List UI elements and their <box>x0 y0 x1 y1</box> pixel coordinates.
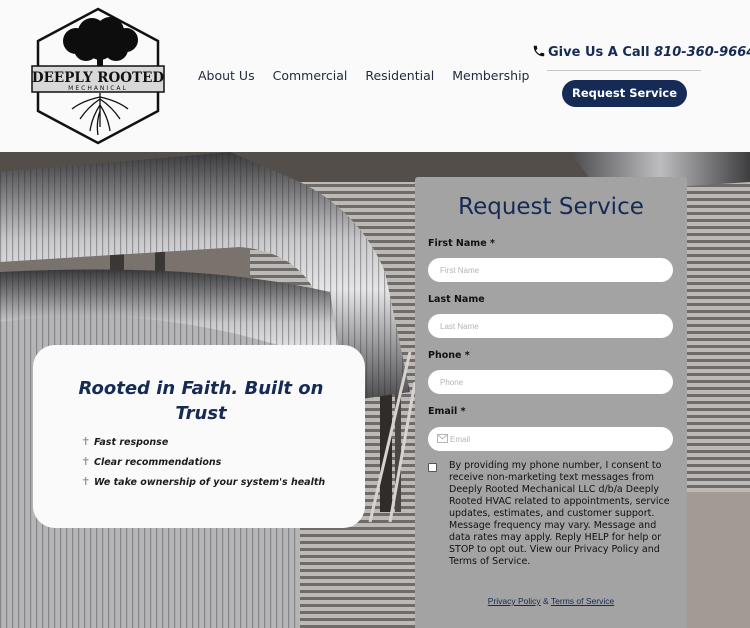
terms-of-service-link[interactable]: Terms of Service <box>551 596 614 606</box>
list-item: ✝ Fast response <box>81 435 325 455</box>
bullet-text: Clear recommendations <box>94 457 222 468</box>
last-name-label: Last Name <box>428 294 485 305</box>
svg-text:MECHANICAL: MECHANICAL <box>68 85 128 92</box>
nav-commercial[interactable]: Commercial <box>273 68 348 83</box>
call-line[interactable]: Give Us A Call 810-360-9664 <box>532 44 750 60</box>
cross-icon: ✝ <box>81 475 91 488</box>
form-title: Request Service <box>458 194 644 220</box>
phone-input[interactable] <box>428 370 673 394</box>
call-label: Give Us A Call <box>548 45 650 60</box>
divider <box>547 70 701 71</box>
consent-text: By providing my phone number, I consent … <box>449 460 670 567</box>
cross-icon: ✝ <box>81 455 91 468</box>
cross-icon: ✝ <box>81 435 91 448</box>
phone-label: Phone * <box>428 350 470 361</box>
trust-card: Rooted in Faith. Built on Trust ✝ Fast re… <box>33 345 365 528</box>
nav-about-us[interactable]: About Us <box>198 68 255 83</box>
bullet-text: Fast response <box>94 437 169 448</box>
company-logo[interactable]: DEEPLY ROOTED MECHANICAL <box>30 7 166 145</box>
site-header: DEEPLY ROOTED MECHANICAL About Us Commer… <box>0 0 750 152</box>
request-service-form: Request Service First Name * Last Name P… <box>415 177 687 628</box>
list-item: ✝ We take ownership of your system's heal… <box>81 475 325 495</box>
svg-text:DEEPLY ROOTED: DEEPLY ROOTED <box>32 70 164 86</box>
first-name-input[interactable] <box>428 258 673 282</box>
privacy-policy-link[interactable]: Privacy Policy <box>488 596 541 606</box>
main-nav: About Us Commercial Residential Membersh… <box>198 68 529 83</box>
last-name-input[interactable] <box>428 314 673 338</box>
amp-separator: & <box>540 596 551 606</box>
email-label: Email * <box>428 406 466 417</box>
nav-residential[interactable]: Residential <box>365 68 434 83</box>
phone-number[interactable]: 810-360-9664 <box>654 45 750 60</box>
nav-membership[interactable]: Membership <box>452 68 529 83</box>
consent-checkbox[interactable] <box>428 463 437 472</box>
list-item: ✝ Clear recommendations <box>81 455 325 475</box>
trust-headline: Rooted in Faith. Built on Trust <box>78 378 324 424</box>
first-name-label: First Name * <box>428 238 495 249</box>
request-service-button[interactable]: Request Service <box>562 80 687 107</box>
bullet-text: We take ownership of your system's healt… <box>94 477 326 488</box>
mail-icon <box>437 434 448 443</box>
legal-links: Privacy Policy & Terms of Service <box>415 596 687 606</box>
email-input[interactable] <box>428 427 673 451</box>
email-field <box>428 427 673 451</box>
phone-icon <box>533 45 545 57</box>
trust-list: ✝ Fast response ✝ Clear recommendations ✝ W… <box>81 435 325 495</box>
